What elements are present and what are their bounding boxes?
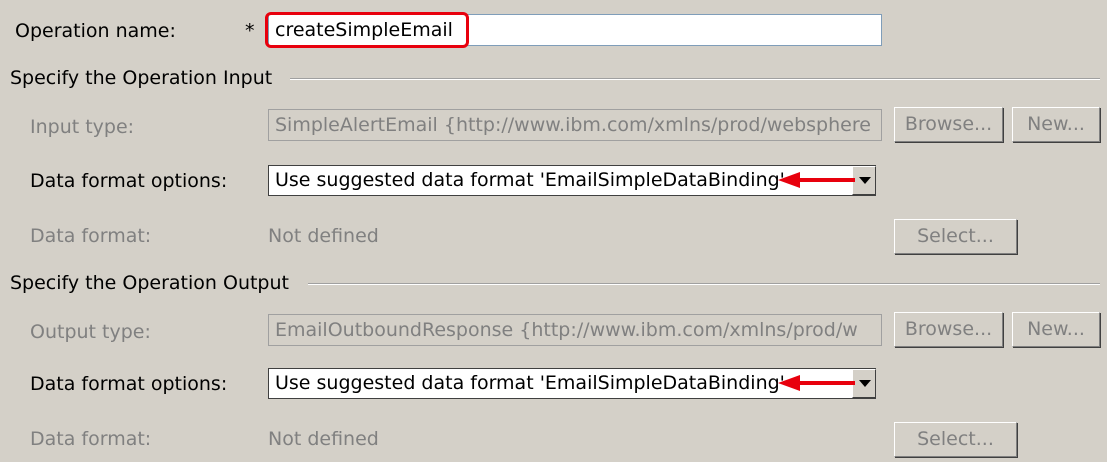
output-data-format-value: Not defined (268, 428, 379, 450)
output-format-options-value: Use suggested data format 'EmailSimpleDa… (275, 372, 785, 394)
input-new-button[interactable]: New... (1012, 107, 1100, 142)
input-browse-button[interactable]: Browse... (894, 107, 1003, 142)
highlight-box (265, 12, 469, 48)
output-type-label: Output type: (30, 321, 151, 343)
red-arrow-icon (778, 172, 855, 188)
input-data-format-value: Not defined (268, 225, 379, 247)
section-divider (308, 283, 1100, 285)
input-type-label: Input type: (30, 116, 135, 138)
output-section-header: Specify the Operation Output (10, 271, 1100, 295)
input-section-header: Specify the Operation Input (10, 66, 1100, 90)
input-section-title: Specify the Operation Input (10, 67, 273, 89)
chevron-down-icon (859, 380, 871, 387)
input-type-field: SimpleAlertEmail {http://www.ibm.com/xml… (268, 109, 882, 141)
output-type-field: EmailOutboundResponse {http://www.ibm.co… (268, 314, 882, 346)
chevron-down-icon (859, 177, 871, 184)
output-data-format-label: Data format: (30, 428, 152, 450)
input-select-button[interactable]: Select... (894, 219, 1017, 254)
input-format-options-value: Use suggested data format 'EmailSimpleDa… (275, 169, 785, 191)
operation-name-label: Operation name: (15, 20, 176, 42)
input-format-options-label: Data format options: (30, 170, 228, 192)
output-section-title: Specify the Operation Output (10, 272, 289, 294)
output-browse-button[interactable]: Browse... (894, 312, 1003, 347)
output-new-button[interactable]: New... (1012, 312, 1100, 347)
output-format-options-label: Data format options: (30, 373, 228, 395)
red-arrow-icon (778, 375, 855, 391)
section-divider (290, 78, 1100, 80)
required-marker: * (245, 20, 255, 42)
input-data-format-label: Data format: (30, 225, 152, 247)
output-select-button[interactable]: Select... (894, 422, 1017, 457)
